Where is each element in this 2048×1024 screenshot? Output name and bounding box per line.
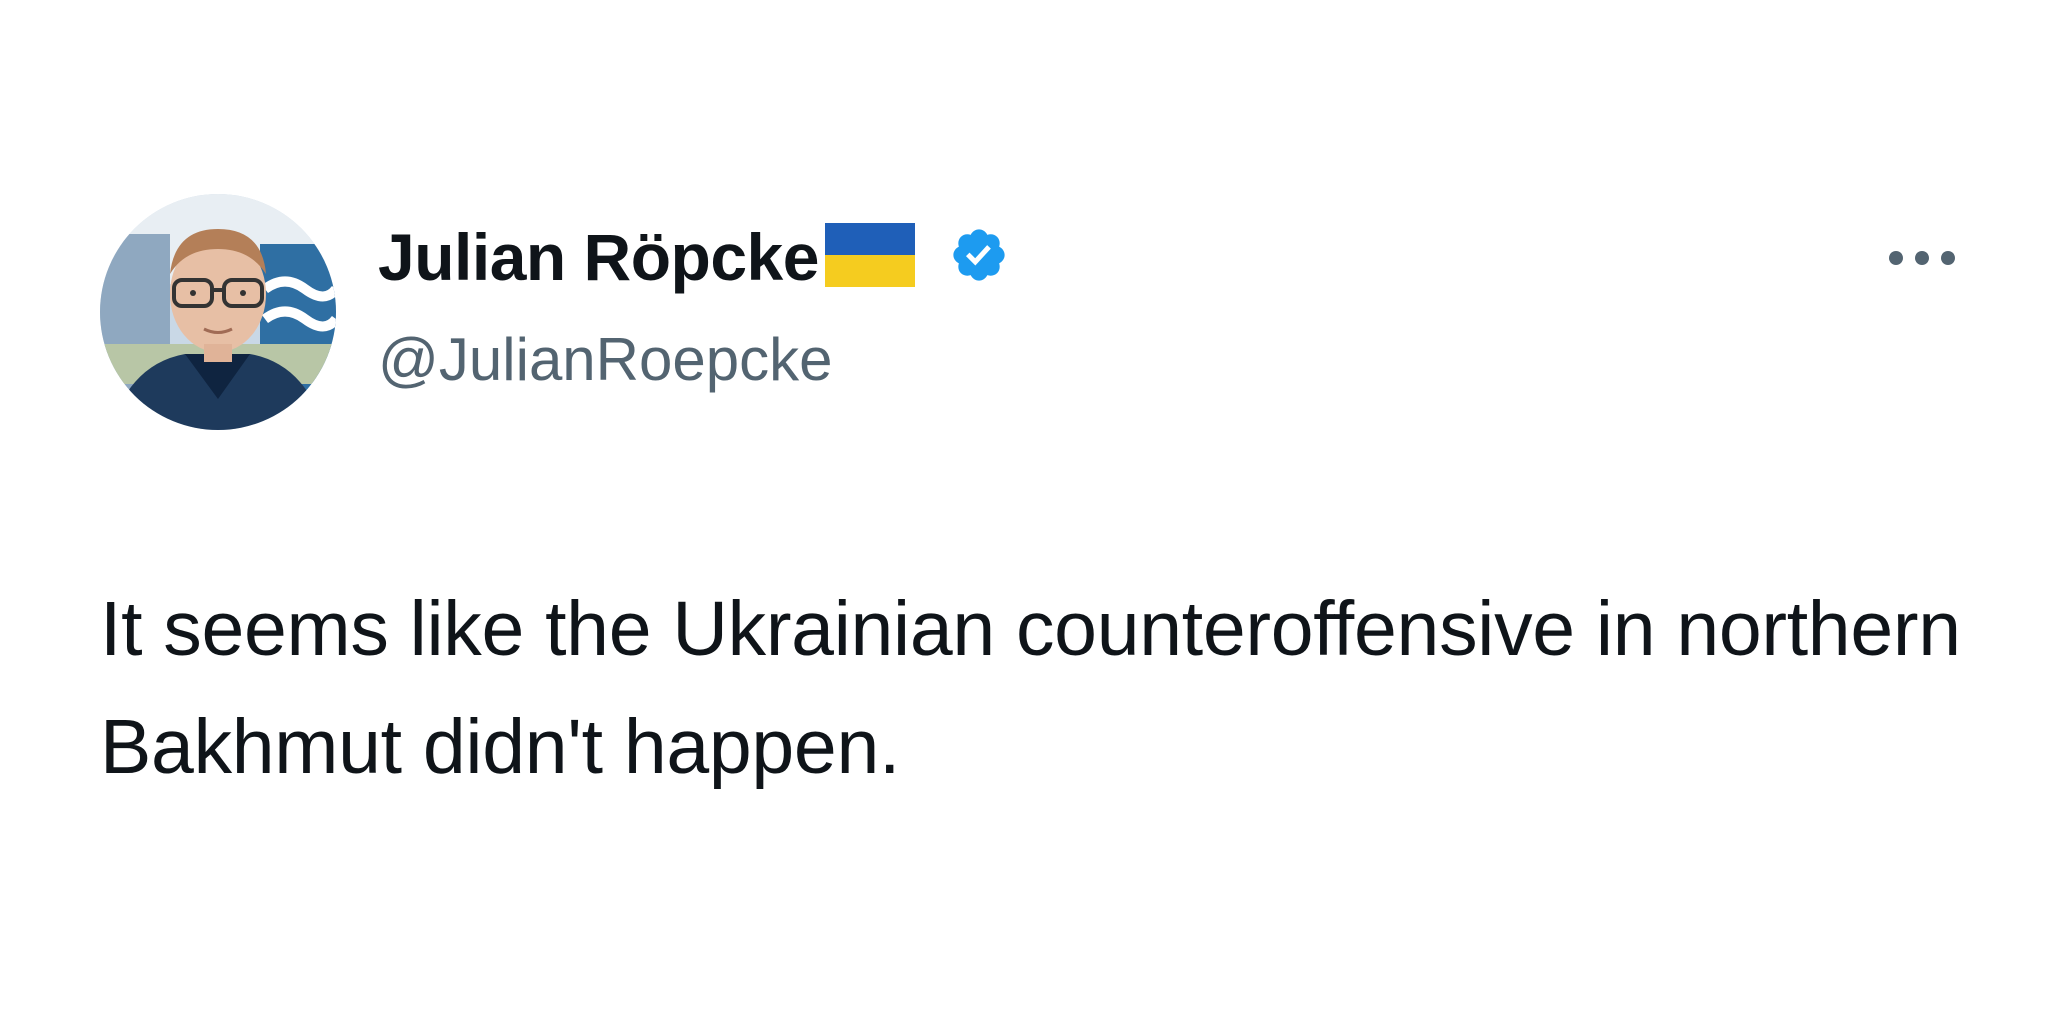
more-horizontal-icon: [1889, 251, 1955, 265]
avatar[interactable]: [100, 194, 336, 430]
avatar-image: [100, 194, 336, 430]
author-name-row[interactable]: Julian Röpcke: [378, 222, 1009, 292]
author-display-name[interactable]: Julian Röpcke: [378, 222, 819, 292]
ukraine-flag-icon: [824, 222, 915, 292]
more-options-button[interactable]: [1886, 240, 1958, 276]
verified-badge-icon[interactable]: [949, 225, 1009, 290]
tweet-text: It seems like the Ukrainian counteroffen…: [100, 586, 1961, 790]
tweet-card: Julian Röpcke @JulianRoepcke It seems li…: [0, 0, 2048, 1024]
author-handle[interactable]: @JulianRoepcke: [378, 324, 832, 396]
